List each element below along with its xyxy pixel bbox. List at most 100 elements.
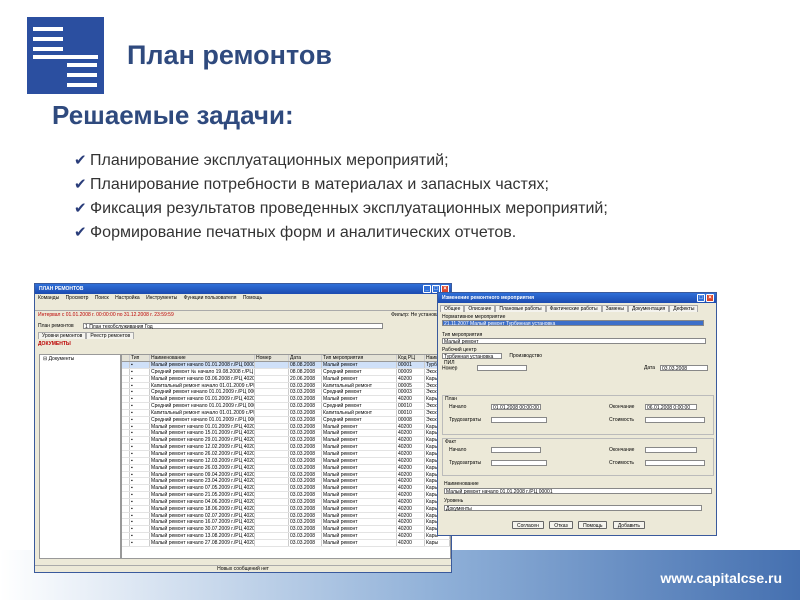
- table-row[interactable]: ▪ Малый ремонт начало 03.06.2008 г./РЦ 40…: [122, 375, 450, 383]
- table-row[interactable]: ▪ Малый ремонт начало 26.02.2009 г./РЦ 40…: [122, 450, 450, 458]
- site-url[interactable]: www.capitalcse.ru: [660, 570, 782, 586]
- activity-type-select[interactable]: Малый ремонт: [442, 338, 706, 345]
- name-field[interactable]: Малый ремонт начало 01.01.2008 г./РЦ 000…: [444, 488, 712, 495]
- tab-levels[interactable]: Уровни ремонтов: [38, 332, 87, 339]
- view-tabs: Уровни ремонтов Реестр ремонтов: [35, 332, 451, 339]
- maximize-icon[interactable]: □: [697, 294, 705, 302]
- norm-activity-field[interactable]: 21.11.2007 Малый ремонт Турбинная устано…: [442, 320, 704, 327]
- menu-item[interactable]: Поиск: [95, 295, 109, 301]
- plan-end-field[interactable]: 06.01.2008 0:00:00: [645, 404, 697, 411]
- table-header: Тип Наименование Номер Дата Тип мероприя…: [122, 355, 450, 362]
- table-row[interactable]: ▪ Капитальный ремонт начало 01.01.2009 г.…: [122, 409, 450, 417]
- table-row[interactable]: ▪ Малый ремонт начало 12.02.2009 г./РЦ 40…: [122, 444, 450, 451]
- table-cell: [255, 526, 289, 533]
- tab-defects[interactable]: Дефекты: [669, 305, 699, 312]
- tab-actual[interactable]: Фактические работы: [545, 305, 602, 312]
- table-cell: 40200: [397, 485, 425, 492]
- table-cell: Малый ремонт начало 30.07.2009 г./РЦ 402…: [151, 526, 255, 533]
- tab-replacements[interactable]: Замены: [601, 305, 628, 312]
- menu-item[interactable]: Просмотр: [66, 295, 89, 301]
- table-cell: 40200: [397, 471, 425, 478]
- level-field[interactable]: Документы: [444, 505, 702, 512]
- table-cell: Малый ремонт начало 26.03.2009 г./РЦ 402…: [151, 464, 255, 471]
- table-row[interactable]: ▪ Малый ремонт начало 09.04.2009 г./РЦ 40…: [122, 471, 450, 479]
- tab-description[interactable]: Описание: [464, 305, 496, 312]
- table-row[interactable]: ▪ Малый ремонт начало 07.05.2009 г./РЦ 40…: [122, 485, 450, 493]
- table-cell: [255, 457, 289, 464]
- table-row[interactable]: ▪ Малый ремонт начало 01.01.2009 г./РЦ 40…: [122, 396, 450, 404]
- fact-labor-field[interactable]: [491, 460, 547, 466]
- menu-item[interactable]: Команды: [38, 295, 59, 301]
- menu-item[interactable]: Функции пользователя: [184, 295, 237, 301]
- table-row[interactable]: ▪ Средний ремонт № начало 19.08.2008 г./Р…: [122, 368, 450, 376]
- table-cell: [122, 396, 130, 403]
- table-row[interactable]: ▪ Малый ремонт начало 13.08.2009 г./РЦ 40…: [122, 533, 450, 540]
- table-row[interactable]: ▪ Средний ремонт начало 01.01.2009 г./РЦ …: [122, 389, 450, 397]
- date-field[interactable]: 03.03.2008: [660, 365, 708, 372]
- table-row[interactable]: ▪ Средний ремонт начало 01.01.2009 г./РЦ …: [122, 416, 450, 424]
- menu-item[interactable]: Настройка: [115, 295, 140, 301]
- work-center-field[interactable]: Турбинная установка ПИЛ: [442, 353, 502, 366]
- table-row[interactable]: ▪ Малый ремонт начало 01.01.2009 г./РЦ 40…: [122, 423, 450, 431]
- table-row[interactable]: ▪ Малый ремонт начало 15.01.2009 г./РЦ 40…: [122, 430, 450, 438]
- plan-group: План Начало 01.01.2008 00:00:00 Окончани…: [442, 395, 714, 435]
- tab-general[interactable]: Общее: [440, 305, 465, 312]
- row-type-icon: ▪: [130, 512, 150, 519]
- ok-button[interactable]: Согласен: [512, 521, 544, 529]
- table-row[interactable]: ▪ Малый ремонт начало 27.08.2009 г./РЦ 40…: [122, 539, 450, 547]
- table-cell: Капитальный ремонт: [322, 409, 397, 416]
- table-row[interactable]: ▪ Малый ремонт начало 30.07.2009 г./РЦ 40…: [122, 526, 450, 534]
- fact-start-field[interactable]: [491, 447, 541, 453]
- company-logo: [27, 17, 104, 94]
- table-row[interactable]: ▪ Малый ремонт начало 18.06.2009 г./РЦ 40…: [122, 505, 450, 513]
- number-field[interactable]: [476, 365, 527, 371]
- plan-field[interactable]: 1 План техобслуживания Год: [83, 322, 384, 330]
- table-cell: Малый ремонт начало 12.03.2009 г./РЦ 402…: [151, 457, 255, 464]
- menu-item[interactable]: Инструменты: [146, 295, 177, 301]
- plan-start-field[interactable]: 01.01.2008 00:00:00: [491, 404, 541, 411]
- table-row[interactable]: ▪ Малый ремонт начало 16.07.2009 г./РЦ 40…: [122, 519, 450, 527]
- tab-registry[interactable]: Реестр ремонтов: [86, 332, 135, 339]
- table-row[interactable]: ▪ Малый ремонт начало 12.03.2009 г./РЦ 40…: [122, 457, 450, 465]
- table-cell: 40200: [397, 519, 425, 526]
- table-cell: 40200: [397, 492, 425, 498]
- row-type-icon: ▪: [130, 492, 150, 498]
- help-button[interactable]: Помощь: [578, 521, 608, 529]
- close-icon[interactable]: ×: [706, 294, 714, 302]
- table-cell: Малый ремонт начало 09.04.2009 г./РЦ 402…: [151, 471, 255, 478]
- tree-item-documents[interactable]: ⊟ Документы: [40, 355, 120, 363]
- table-row[interactable]: ▪ Малый ремонт начало 02.07.2009 г./РЦ 40…: [122, 512, 450, 520]
- toolbar[interactable]: [35, 302, 451, 311]
- table-row[interactable]: ▪ Малый ремонт начало 21.05.2009 г./РЦ 40…: [122, 492, 450, 499]
- row-type-icon: ▪: [130, 539, 150, 546]
- fact-cost-field[interactable]: [645, 460, 705, 466]
- row-type-icon: ▪: [130, 526, 150, 533]
- row-type-icon: ▪: [130, 403, 150, 409]
- table-cell: Малый ремонт: [322, 526, 397, 533]
- table-cell: Малый ремонт начало 04.06.2009 г./РЦ 402…: [151, 498, 255, 505]
- table-row[interactable]: ▪ Малый ремонт начало 04.06.2009 г./РЦ 40…: [122, 498, 450, 506]
- table-cell: [122, 430, 130, 437]
- plan-labor-field[interactable]: [491, 417, 547, 423]
- tab-planned[interactable]: Плановые работы: [495, 305, 546, 312]
- add-button[interactable]: Добавить: [612, 521, 645, 529]
- tab-documentation[interactable]: Документация: [627, 305, 670, 312]
- table-cell: 03.03.2008: [289, 409, 322, 416]
- table-cell: [122, 444, 130, 450]
- table-cell: Средний ремонт № начало 19.08.2008 г./РЦ…: [151, 368, 255, 375]
- table-cell: 00005: [397, 382, 425, 389]
- menu-item[interactable]: Помощь: [243, 295, 262, 301]
- row-type-icon: ▪: [130, 533, 150, 539]
- table-row[interactable]: ▪ Малый ремонт начало 23.04.2009 г./РЦ 40…: [122, 478, 450, 486]
- table-cell: [122, 457, 130, 464]
- table-row[interactable]: ▪ Малый ремонт начало 26.03.2009 г./РЦ 40…: [122, 464, 450, 472]
- table-row[interactable]: ▪ Средний ремонт начало 01.01.2009 г./РЦ …: [122, 403, 450, 410]
- plan-cost-field[interactable]: [645, 417, 705, 423]
- cancel-button[interactable]: Отказ: [549, 521, 573, 529]
- table-row[interactable]: ▪ Малый ремонт начало 01.01.2008 г./РЦ 00…: [122, 362, 450, 369]
- table-cell: 40200: [397, 450, 425, 457]
- fact-end-field[interactable]: [645, 447, 697, 453]
- table-row[interactable]: ▪ Капитальный ремонт начало 01.01.2009 г.…: [122, 382, 450, 390]
- table-row[interactable]: ▪ Малый ремонт начало 29.01.2009 г./РЦ 40…: [122, 437, 450, 445]
- minimize-icon[interactable]: _: [423, 285, 431, 293]
